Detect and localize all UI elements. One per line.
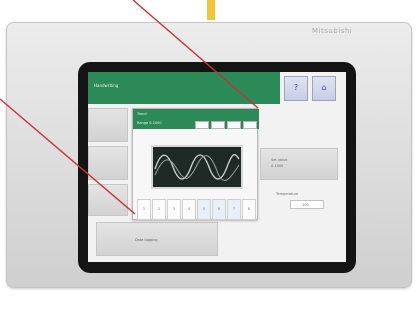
- set-value-label: Set value: [271, 158, 288, 162]
- brand-label: Mitsubishi: [312, 27, 353, 35]
- set-value-range: 0-1000: [271, 164, 284, 168]
- key-2[interactable]: 2: [152, 199, 166, 220]
- set-value-panel[interactable]: Set value 0-1000: [260, 148, 338, 180]
- popup-tab-3[interactable]: [227, 121, 241, 129]
- popup-range: Range 0-1000: [137, 121, 162, 125]
- key-6[interactable]: 6: [212, 199, 226, 220]
- key-1[interactable]: 1: [137, 199, 151, 220]
- left-panel-bottom[interactable]: [88, 184, 128, 216]
- key-4[interactable]: 4: [182, 199, 196, 220]
- data-logging-label: Data logging: [135, 238, 158, 242]
- touch-screen[interactable]: Handwriting ? ⌂ Set value 0-1000 Tempera…: [88, 72, 346, 262]
- trend-wave-1: [154, 154, 240, 180]
- temperature-value: 100: [302, 203, 309, 207]
- data-logging-button[interactable]: Data logging: [96, 222, 218, 256]
- popup-tab-4[interactable]: [243, 121, 257, 129]
- temperature-value-field[interactable]: 100: [290, 200, 324, 209]
- key-5[interactable]: 5: [197, 199, 211, 220]
- trend-popup[interactable]: Trend Range 0-1000 1 2 3 4 5 6 7 8: [132, 108, 259, 221]
- popup-tab-1[interactable]: [195, 121, 209, 129]
- popup-title: Trend: [137, 112, 147, 116]
- info-icon: ?: [293, 83, 299, 92]
- key-8[interactable]: 8: [242, 199, 256, 220]
- popup-tab-2[interactable]: [211, 121, 225, 129]
- trend-graph: [151, 145, 243, 189]
- key-7[interactable]: 7: [227, 199, 241, 220]
- left-panel-middle[interactable]: [88, 146, 128, 180]
- info-button[interactable]: ?: [284, 76, 308, 101]
- trend-graph-svg: [154, 154, 240, 181]
- temperature-panel: Temperature 100: [260, 190, 334, 212]
- home-button[interactable]: ⌂: [312, 76, 336, 101]
- popup-keypad: 1 2 3 4 5 6 7 8: [133, 199, 259, 221]
- key-3[interactable]: 3: [167, 199, 181, 220]
- status-indicator: [207, 0, 215, 20]
- left-panel-top[interactable]: [88, 108, 128, 142]
- temperature-label: Temperature: [276, 192, 299, 196]
- screen-title-bar: Handwriting: [88, 72, 280, 104]
- screen-title: Handwriting: [94, 83, 119, 88]
- home-icon: ⌂: [321, 83, 327, 92]
